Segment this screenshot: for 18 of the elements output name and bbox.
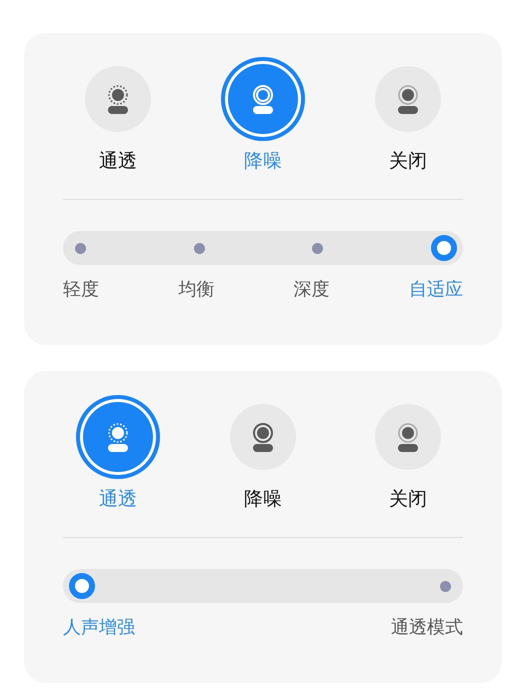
slider-track[interactable] bbox=[63, 569, 463, 603]
mode-label: 降噪 bbox=[244, 149, 282, 173]
level-label[interactable]: 深度 bbox=[294, 277, 330, 303]
mode-label: 通透 bbox=[99, 487, 137, 511]
slider-stop[interactable] bbox=[194, 242, 205, 254]
level-label[interactable]: 均衡 bbox=[178, 277, 214, 303]
slider-track[interactable] bbox=[63, 231, 463, 265]
slider-stop[interactable] bbox=[75, 242, 86, 254]
mode-label: 关闭 bbox=[389, 487, 427, 511]
slider-thumb[interactable] bbox=[69, 573, 95, 599]
mode-label: 降噪 bbox=[244, 487, 282, 511]
slider-stop[interactable] bbox=[440, 580, 451, 592]
mode-label: 通透 bbox=[99, 149, 137, 173]
level-label[interactable]: 轻度 bbox=[63, 277, 99, 303]
slider-stop[interactable] bbox=[312, 242, 324, 254]
slider-thumb[interactable] bbox=[430, 235, 457, 261]
level-label[interactable]: 通透模式 bbox=[391, 615, 463, 641]
mode-label: 关闭 bbox=[389, 149, 427, 173]
